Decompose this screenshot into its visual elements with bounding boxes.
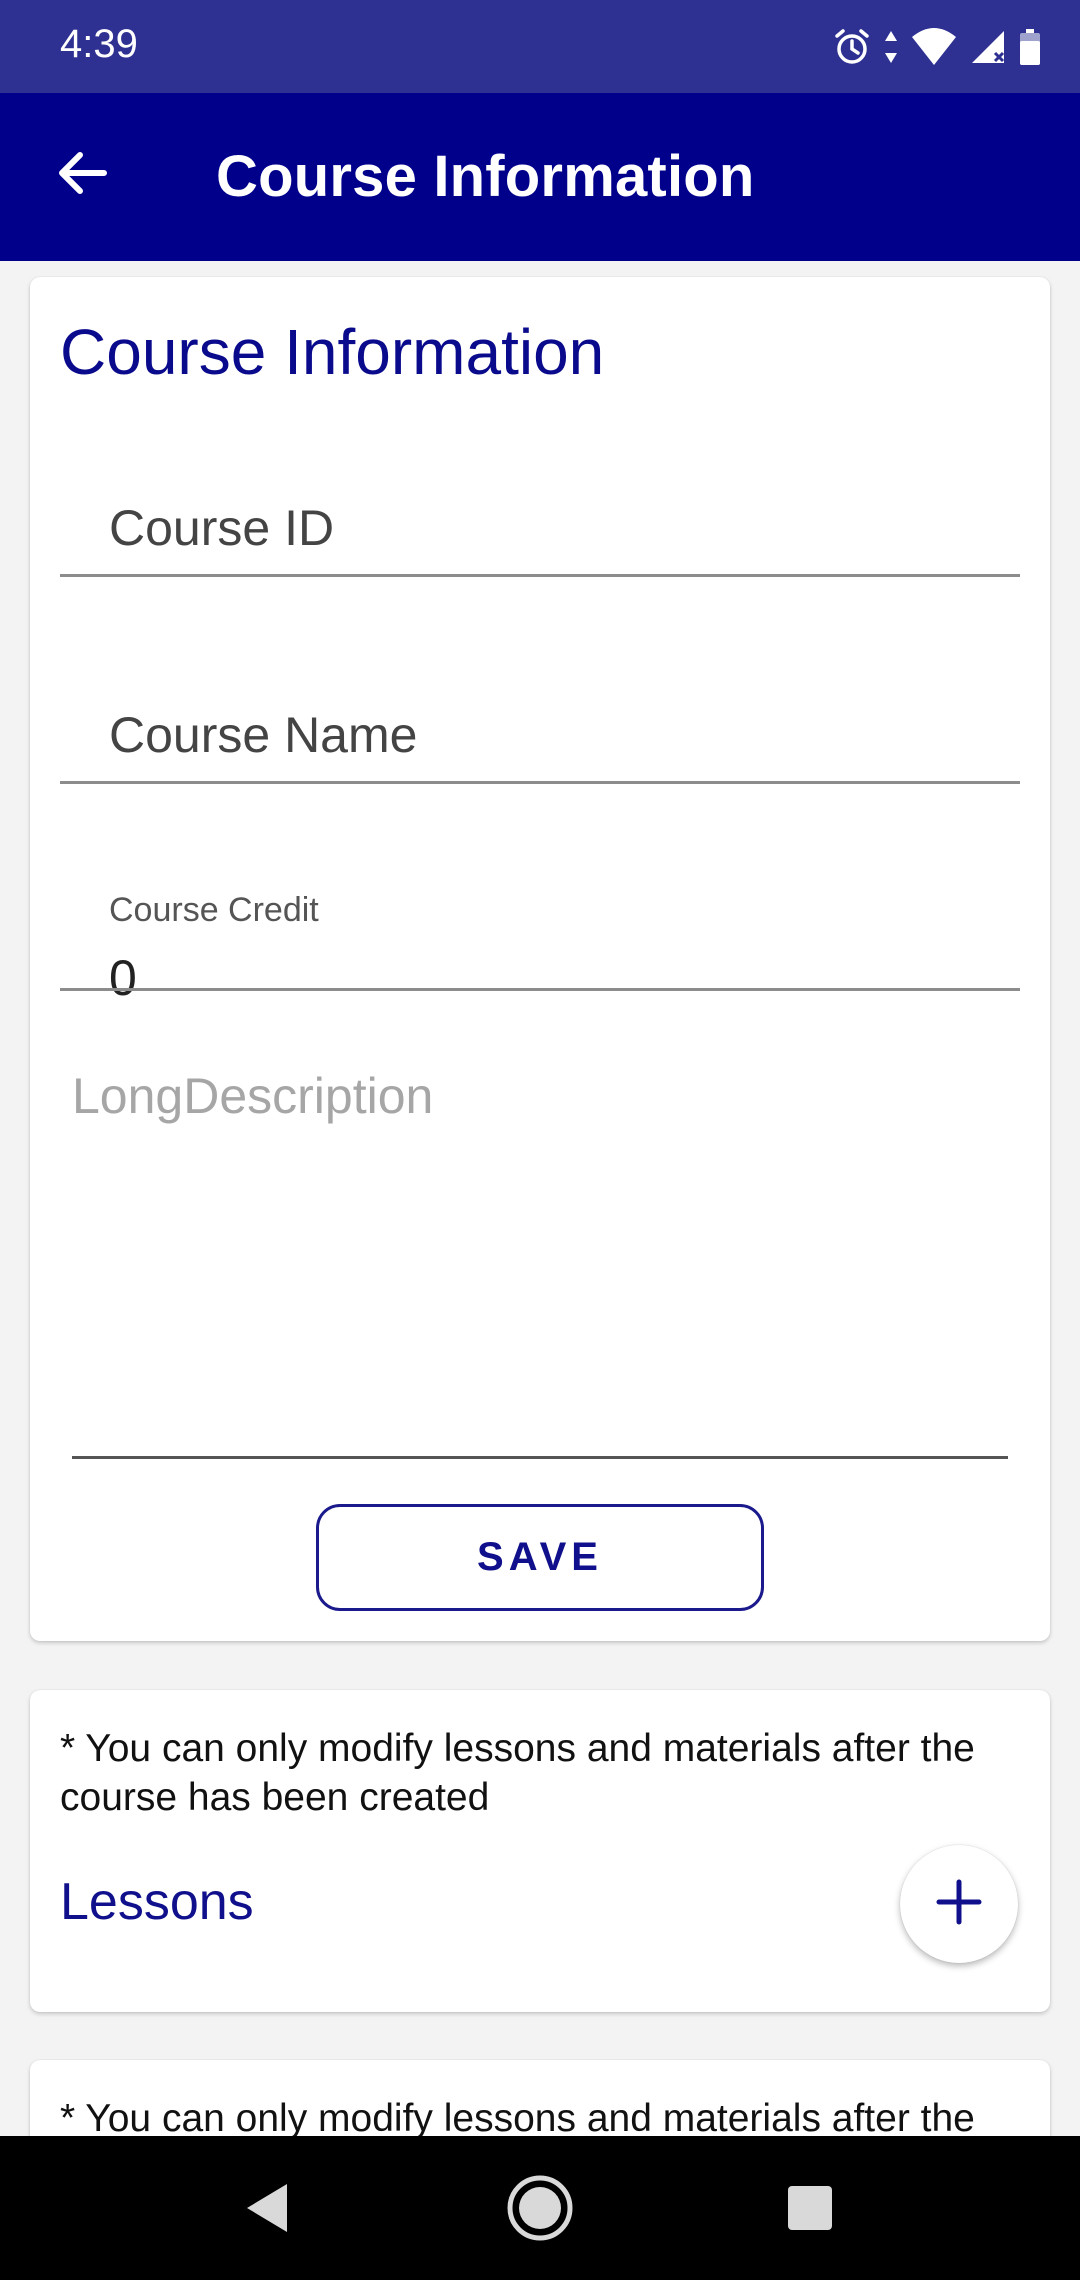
- course-credit-field[interactable]: Course Credit 0: [60, 861, 1020, 1006]
- course-credit-underline: [60, 988, 1020, 991]
- data-arrows-icon: [882, 27, 900, 67]
- status-bar: 4:39: [0, 0, 1080, 93]
- wifi-icon: [910, 27, 958, 67]
- long-description-textarea[interactable]: LongDescription: [72, 1067, 1008, 1459]
- back-button[interactable]: [46, 139, 118, 211]
- lessons-label: Lessons: [60, 1873, 254, 1931]
- arrow-left-icon: [56, 151, 108, 200]
- course-id-label: Course ID: [109, 500, 335, 556]
- course-id-field[interactable]: Course ID: [60, 447, 1020, 577]
- screen: 4:39 Course Information Course Informati…: [0, 0, 1080, 2280]
- course-credit-label: Course Credit: [109, 891, 319, 929]
- lessons-card: * You can only modify lessons and materi…: [30, 1690, 1050, 2012]
- lessons-note: * You can only modify lessons and materi…: [60, 1727, 975, 1819]
- cell-signal-icon: [968, 27, 1008, 67]
- nav-back-button[interactable]: [232, 2176, 300, 2244]
- status-icons: [832, 24, 1042, 70]
- home-circle-icon: [505, 2173, 575, 2248]
- navigation-bar: [0, 2136, 1080, 2280]
- app-bar: Course Information: [0, 93, 1080, 261]
- long-description-placeholder: LongDescription: [72, 1068, 434, 1124]
- add-lesson-button[interactable]: [900, 1845, 1018, 1963]
- course-id-underline: [60, 574, 1020, 577]
- back-triangle-icon: [241, 2180, 291, 2241]
- course-credit-value: 0: [109, 950, 137, 1006]
- app-bar-title: Course Information: [216, 144, 755, 209]
- status-time: 4:39: [60, 22, 138, 66]
- alarm-icon: [832, 27, 872, 67]
- course-info-card: Course Information Course ID Course Name…: [30, 277, 1050, 1641]
- course-name-field[interactable]: Course Name: [60, 654, 1020, 784]
- nav-recents-button[interactable]: [776, 2176, 844, 2244]
- recents-square-icon: [785, 2183, 835, 2238]
- course-info-heading: Course Information: [60, 316, 605, 388]
- course-name-label: Course Name: [109, 707, 418, 763]
- save-button[interactable]: SAVE: [316, 1504, 764, 1611]
- plus-icon: [935, 1878, 983, 1931]
- nav-home-button[interactable]: [506, 2175, 574, 2244]
- course-name-underline: [60, 781, 1020, 784]
- battery-icon: [1018, 27, 1042, 67]
- long-description-underline: [72, 1456, 1008, 1459]
